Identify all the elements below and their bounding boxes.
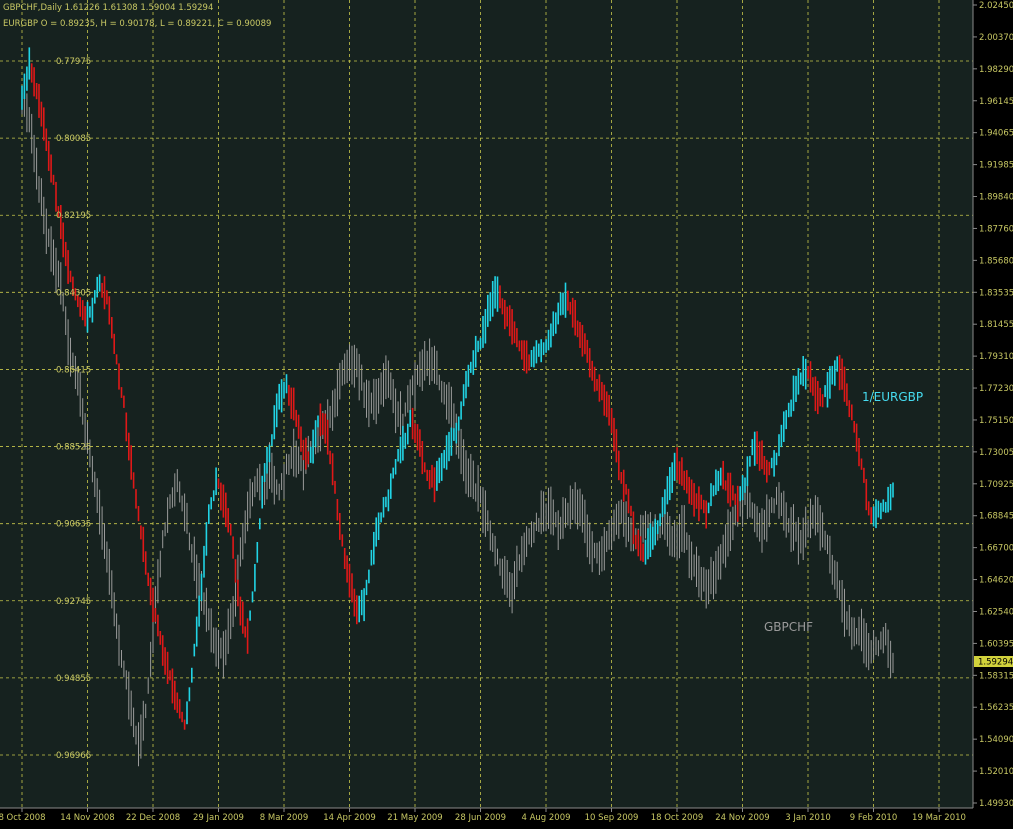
right-tick-label: 1.91985 [979, 161, 1013, 171]
left-tick-label: 0.86415 [56, 365, 91, 375]
left-tick-label: 0.88525 [56, 443, 91, 453]
current-price-tag: 1.59294 [974, 656, 1013, 668]
x-tick-label: 14 Nov 2008 [60, 813, 114, 823]
x-tick-label: 19 Mar 2010 [912, 813, 966, 823]
left-tick-label: 0.84305 [56, 288, 91, 298]
header-line1: GBPCHF,Daily 1.61226 1.61308 1.59004 1.5… [3, 3, 213, 13]
x-tick-label: 29 Jan 2009 [193, 813, 244, 823]
right-axis-labels: 2.02450 2.00370 1.98290 1.96145 1.94065 1.919… [973, 1, 1013, 809]
x-tick-label: 8 Oct 2008 [0, 813, 46, 823]
right-tick-label: 1.73005 [979, 448, 1013, 458]
x-tick-label: 9 Feb 2010 [850, 813, 898, 823]
x-tick-label: 21 May 2009 [387, 813, 442, 823]
x-tick-label: 18 Oct 2009 [651, 813, 704, 823]
label-eurgbp: 1/EURGBP [862, 390, 923, 404]
chart-window: 0.77975 0.80085 0.82195 0.84305 0.86415 0.885… [0, 0, 1013, 825]
right-tick-label: 2.00370 [979, 33, 1013, 43]
x-tick-label: 14 Apr 2009 [323, 813, 376, 823]
left-tick-label: 0.90635 [56, 520, 91, 530]
right-tick-label: 1.62540 [979, 607, 1013, 617]
right-tick-label: 1.60395 [979, 639, 1013, 649]
right-tick-label: 1.52010 [979, 767, 1013, 777]
right-tick-label: 1.79310 [979, 352, 1013, 362]
label-gbpchf: GBPCHF [764, 620, 813, 634]
right-tick-label: 1.64620 [979, 576, 1013, 586]
right-tick-label: 1.94065 [979, 129, 1013, 139]
right-tick-label: 1.81455 [979, 320, 1013, 330]
x-tick-label: 28 Jun 2009 [455, 813, 506, 823]
right-tick-label: 1.66700 [979, 544, 1013, 554]
x-axis-labels: 8 Oct 2008 14 Nov 2008 22 Dec 2008 29 Jan 2… [0, 808, 966, 823]
right-tick-label: 1.54090 [979, 735, 1013, 745]
price-chart[interactable]: 0.77975 0.80085 0.82195 0.84305 0.86415 0.885… [0, 0, 1013, 825]
right-tick-label: 1.49930 [979, 799, 1013, 809]
left-tick-label: 0.92745 [56, 597, 91, 607]
right-tick-label: 1.96145 [979, 97, 1013, 107]
left-tick-label: 0.94855 [56, 674, 91, 684]
right-tick-label: 1.87760 [979, 224, 1013, 234]
right-tick-label: 1.56235 [979, 703, 1013, 713]
x-tick-label: 3 Jan 2010 [785, 813, 831, 823]
left-tick-label: 0.77975 [56, 57, 91, 67]
left-tick-label: 0.82195 [56, 211, 91, 221]
right-tick-label: 1.83535 [979, 288, 1013, 298]
left-tick-label: 0.80085 [56, 134, 91, 144]
right-tick-label: 1.58315 [979, 671, 1013, 681]
right-tick-label: 1.68845 [979, 512, 1013, 522]
x-tick-label: 4 Aug 2009 [521, 813, 570, 823]
x-tick-label: 24 Nov 2009 [715, 813, 769, 823]
right-tick-label: 1.75150 [979, 416, 1013, 426]
right-tick-label: 1.85680 [979, 256, 1013, 266]
current-price-label: 1.59294 [978, 658, 1013, 668]
left-tick-label: 0.96966 [56, 751, 91, 761]
x-tick-label: 10 Sep 2009 [585, 813, 639, 823]
right-tick-label: 1.70925 [979, 480, 1013, 490]
header-line2: EURGBP O = 0.89235, H = 0.90178, L = 0.8… [3, 19, 271, 29]
x-tick-label: 8 Mar 2009 [260, 813, 308, 823]
right-tick-label: 1.98290 [979, 65, 1013, 75]
right-tick-label: 1.77230 [979, 384, 1013, 394]
x-tick-label: 22 Dec 2008 [126, 813, 180, 823]
right-tick-label: 1.89840 [979, 193, 1013, 203]
right-tick-label: 2.02450 [979, 1, 1013, 11]
